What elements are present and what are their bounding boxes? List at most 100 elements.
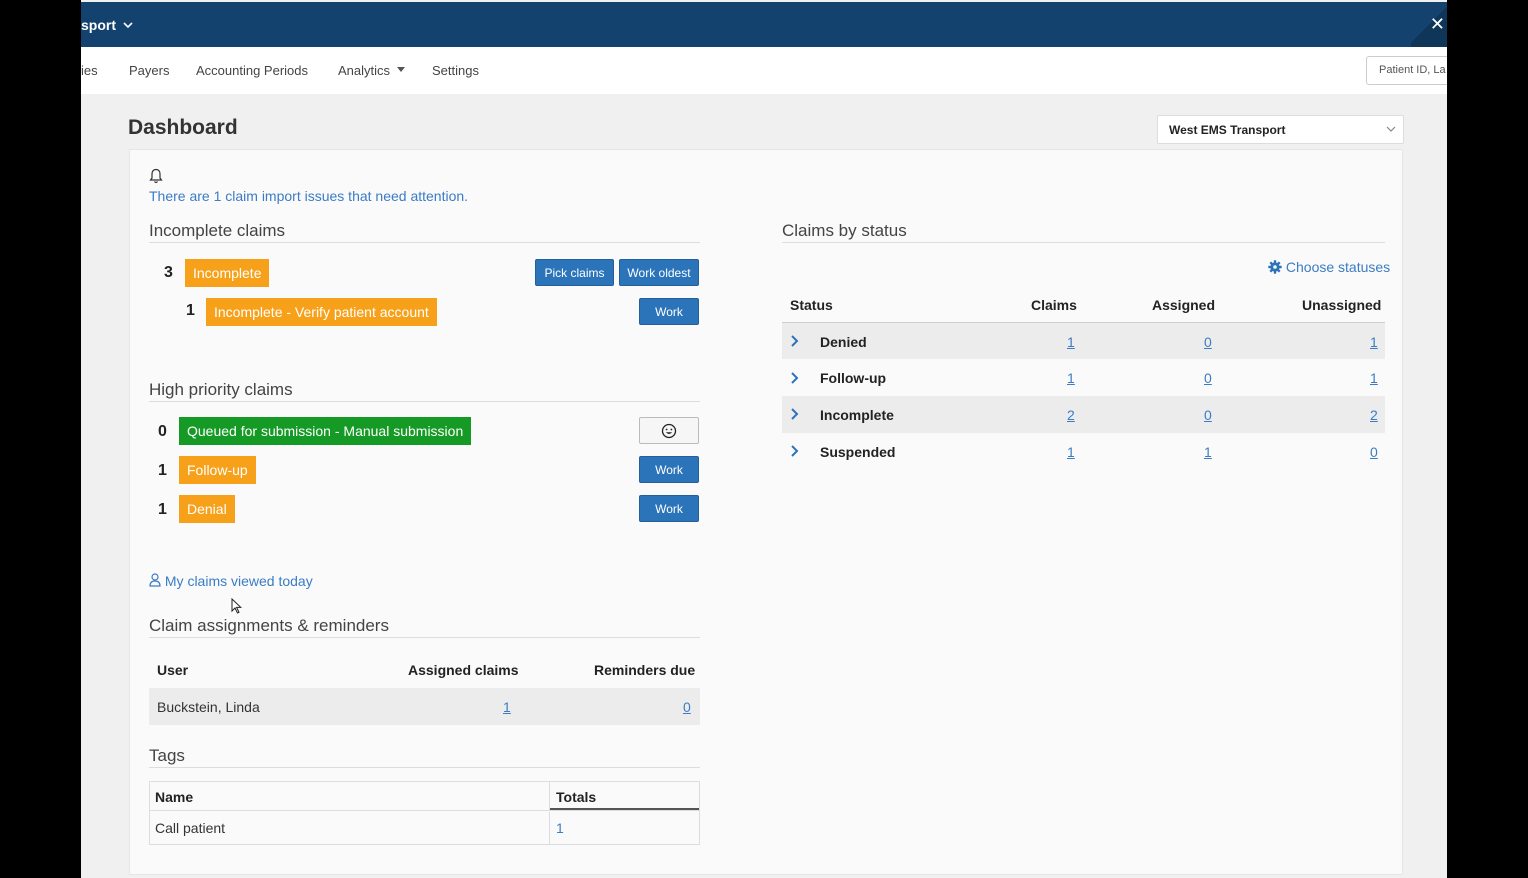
tag-name: Call patient bbox=[155, 820, 226, 836]
divider bbox=[149, 242, 700, 243]
status-name: Denied bbox=[820, 334, 867, 350]
claims-by-status-title: Claims by status bbox=[782, 221, 907, 240]
divider bbox=[149, 767, 700, 768]
app-window: sport ✕ ies Payers Accounting Periods An… bbox=[81, 0, 1447, 878]
nav-item-payers[interactable]: Payers bbox=[129, 63, 169, 78]
chevron-right-icon[interactable] bbox=[790, 372, 799, 384]
status-row-denied[interactable]: Denied 1 0 1 bbox=[782, 323, 1385, 359]
status-assigned-link[interactable]: 0 bbox=[1204, 407, 1212, 423]
column-header-assigned-claims: Assigned claims bbox=[408, 662, 519, 678]
caret-down-icon bbox=[396, 67, 405, 72]
nav-item-entities[interactable]: ies bbox=[81, 63, 98, 78]
status-badge-denial: Denial bbox=[179, 495, 235, 523]
top-bar: sport ✕ bbox=[81, 2, 1447, 47]
status-badge-queued-manual: Queued for submission - Manual submissio… bbox=[179, 417, 472, 445]
nav-item-settings[interactable]: Settings bbox=[432, 63, 479, 78]
column-header-assigned: Assigned bbox=[1152, 297, 1216, 313]
column-header-unassigned: Unassigned bbox=[1302, 297, 1382, 313]
incomplete-count: 3 bbox=[164, 264, 173, 281]
sort-indicator bbox=[550, 808, 699, 810]
organization-select-value: West EMS Transport bbox=[1169, 123, 1286, 137]
status-badge-verify-account: Incomplete - Verify patient account bbox=[206, 298, 437, 326]
patient-search-input[interactable]: Patient ID, La bbox=[1366, 56, 1447, 85]
chevron-down-icon bbox=[123, 22, 133, 29]
status-unassigned-link[interactable]: 2 bbox=[1370, 407, 1378, 423]
queued-smiley-button[interactable] bbox=[639, 417, 699, 444]
column-header-user: User bbox=[157, 662, 189, 678]
tag-total-link[interactable]: 1 bbox=[556, 820, 564, 836]
status-claims-link[interactable]: 1 bbox=[1067, 334, 1075, 350]
verify-account-count: 1 bbox=[186, 302, 195, 319]
status-badge-incomplete: Incomplete bbox=[185, 259, 270, 287]
gear-icon bbox=[1268, 260, 1282, 274]
smiley-icon bbox=[661, 423, 677, 439]
close-icon: ✕ bbox=[1429, 14, 1445, 34]
column-header-reminders-due: Reminders due bbox=[594, 662, 696, 678]
close-button[interactable]: ✕ bbox=[1411, 2, 1447, 47]
column-divider bbox=[549, 782, 550, 811]
status-assigned-link[interactable]: 0 bbox=[1204, 370, 1212, 386]
incomplete-claims-title: Incomplete claims bbox=[149, 221, 286, 240]
table-row: Call patient 1 bbox=[150, 812, 699, 844]
work-follow-up-button[interactable]: Work bbox=[639, 456, 699, 483]
status-claims-link[interactable]: 2 bbox=[1067, 407, 1075, 423]
nav-item-analytics-label: Analytics bbox=[338, 63, 391, 78]
denial-count: 1 bbox=[158, 501, 167, 518]
column-header-claims: Claims bbox=[1031, 297, 1077, 313]
column-divider bbox=[549, 812, 550, 844]
claim-assignments-title: Claim assignments & reminders bbox=[149, 616, 389, 635]
status-claims-link[interactable]: 1 bbox=[1067, 370, 1075, 386]
tags-title: Tags bbox=[149, 746, 185, 765]
status-row-incomplete[interactable]: Incomplete 2 0 2 bbox=[782, 396, 1385, 433]
status-unassigned-link[interactable]: 0 bbox=[1370, 444, 1378, 460]
dashboard-panel: There are 1 claim import issues that nee… bbox=[129, 149, 1403, 875]
follow-up-count: 1 bbox=[158, 462, 167, 479]
divider bbox=[149, 637, 700, 638]
nav-item-analytics[interactable]: Analytics bbox=[338, 63, 405, 78]
status-assigned-link[interactable]: 0 bbox=[1204, 334, 1212, 350]
assigned-claims-link[interactable]: 1 bbox=[503, 699, 511, 715]
chevron-right-icon[interactable] bbox=[790, 408, 799, 420]
status-name: Incomplete bbox=[820, 407, 894, 423]
status-claims-link[interactable]: 1 bbox=[1067, 444, 1075, 460]
column-header-name: Name bbox=[155, 789, 194, 805]
assignment-user: Buckstein, Linda bbox=[157, 699, 260, 715]
organization-select[interactable]: West EMS Transport bbox=[1157, 115, 1404, 144]
mouse-cursor-icon bbox=[231, 598, 242, 614]
status-row-suspended[interactable]: Suspended 1 1 0 bbox=[782, 433, 1385, 470]
status-name: Suspended bbox=[820, 444, 896, 460]
column-header-totals[interactable]: Totals bbox=[556, 789, 596, 805]
pick-claims-button[interactable]: Pick claims bbox=[535, 259, 614, 286]
my-claims-viewed-link[interactable]: My claims viewed today bbox=[149, 573, 313, 589]
app-menu-label: sport bbox=[81, 17, 116, 33]
claim-import-issues-link[interactable]: There are 1 claim import issues that nee… bbox=[149, 188, 468, 204]
table-row: Buckstein, Linda 1 0 bbox=[149, 688, 700, 725]
status-row-follow-up[interactable]: Follow-up 1 0 1 bbox=[782, 360, 1385, 396]
column-header-status: Status bbox=[790, 297, 833, 313]
choose-statuses-label: Choose statuses bbox=[1285, 259, 1391, 275]
main-nav: ies Payers Accounting Periods Analytics … bbox=[81, 47, 1447, 94]
chevron-right-icon[interactable] bbox=[790, 335, 799, 347]
status-name: Follow-up bbox=[820, 370, 887, 386]
status-badge-follow-up: Follow-up bbox=[179, 456, 256, 484]
user-icon bbox=[149, 573, 161, 587]
status-unassigned-link[interactable]: 1 bbox=[1370, 334, 1378, 350]
status-assigned-link[interactable]: 1 bbox=[1204, 444, 1212, 460]
work-verify-account-button[interactable]: Work bbox=[639, 298, 699, 325]
chevron-down-icon bbox=[1386, 126, 1396, 132]
reminders-due-link[interactable]: 0 bbox=[683, 699, 691, 715]
tags-table: Name Totals Call patient 1 bbox=[149, 781, 700, 845]
page-title: Dashboard bbox=[128, 116, 238, 139]
chevron-right-icon[interactable] bbox=[790, 445, 799, 457]
work-denial-button[interactable]: Work bbox=[639, 495, 699, 522]
tags-table-header: Name Totals bbox=[150, 782, 699, 811]
choose-statuses-link[interactable]: Choose statuses bbox=[1268, 259, 1390, 275]
high-priority-claims-title: High priority claims bbox=[149, 380, 293, 399]
app-menu-toggle[interactable]: sport bbox=[81, 17, 133, 33]
bell-icon bbox=[149, 168, 163, 184]
work-oldest-button[interactable]: Work oldest bbox=[619, 259, 699, 286]
status-unassigned-link[interactable]: 1 bbox=[1370, 370, 1378, 386]
my-claims-viewed-label: My claims viewed today bbox=[164, 573, 313, 589]
nav-item-accounting-periods[interactable]: Accounting Periods bbox=[196, 63, 308, 78]
divider bbox=[149, 401, 700, 402]
